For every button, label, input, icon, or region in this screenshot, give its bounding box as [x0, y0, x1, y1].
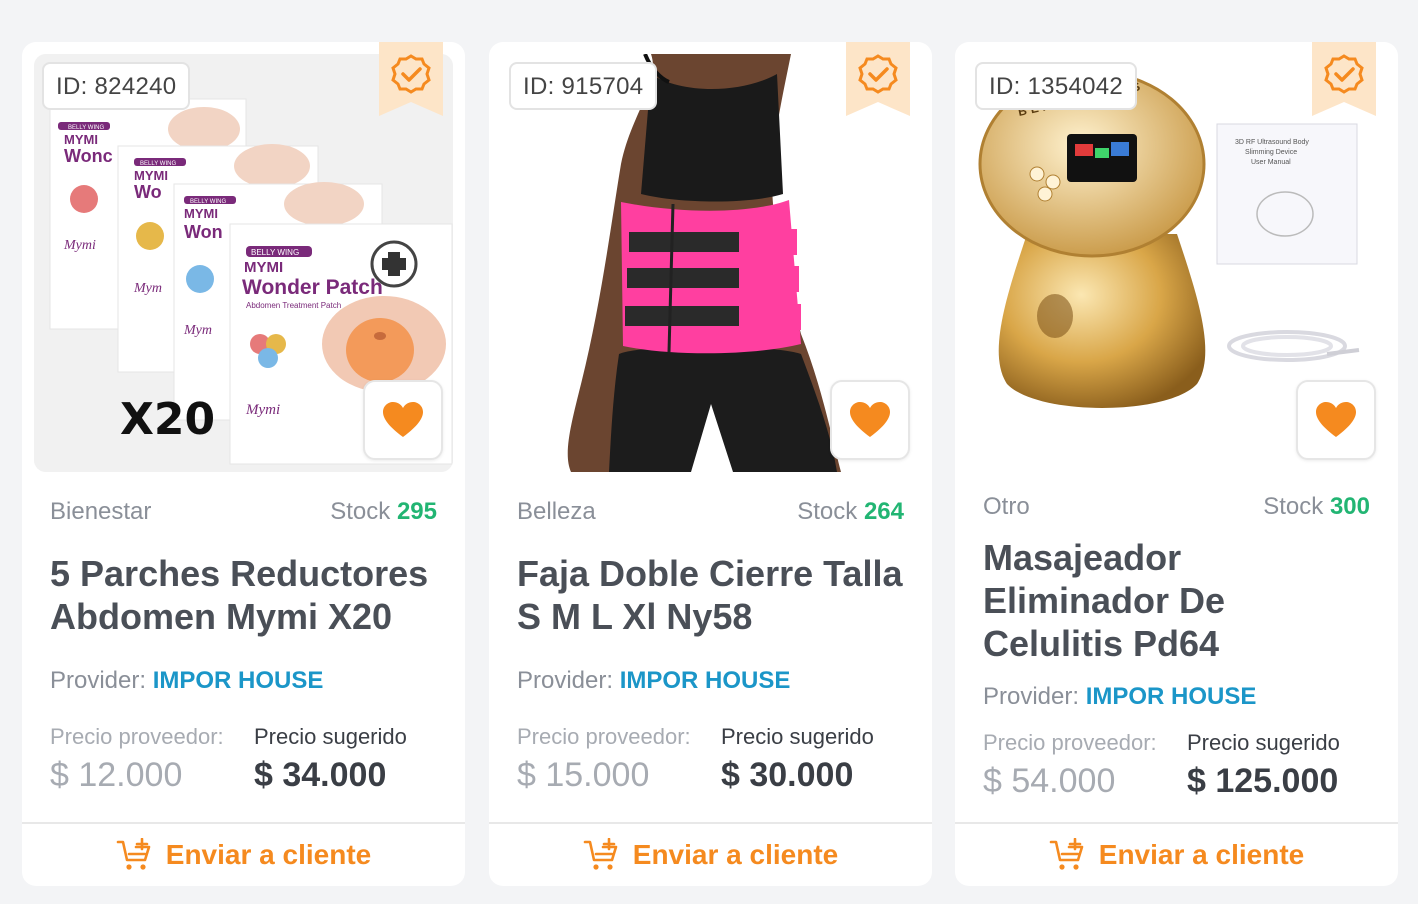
price-provider-label: Precio proveedor: — [50, 724, 224, 749]
price-suggested-label: Precio sugerido — [1187, 730, 1340, 755]
product-id-badge: ID: 1354042 — [975, 62, 1138, 110]
category-label: Belleza — [517, 498, 596, 525]
svg-text:BELLY WING: BELLY WING — [140, 161, 176, 167]
send-button-label: Enviar a cliente — [1098, 839, 1305, 870]
favorite-button[interactable] — [363, 380, 443, 460]
heart-icon — [850, 402, 890, 437]
category-label: Otro — [983, 493, 1030, 520]
product-title[interactable]: Faja Doble Cierre Talla S M L Xl Ny58 — [517, 552, 908, 638]
price-provider-label: Precio proveedor: — [983, 730, 1157, 755]
provider-label: Provider: — [50, 667, 147, 694]
send-to-client-button[interactable]: Enviar a cliente — [955, 822, 1398, 886]
cart-plus-icon — [1049, 838, 1084, 870]
provider-info: Provider: IMPOR HOUSE — [50, 667, 323, 695]
stock-value: 300 — [1329, 493, 1370, 520]
price-suggested-value: $ 125.000 — [1187, 762, 1339, 800]
svg-text:Wonder Patch: Wonder Patch — [242, 276, 383, 299]
favorite-button[interactable] — [830, 380, 910, 460]
svg-text:Wo: Wo — [134, 182, 162, 202]
price-provider-label: Precio proveedor: — [517, 724, 691, 749]
stock-value: 295 — [396, 498, 437, 525]
svg-text:Slimming Device: Slimming Device — [1245, 149, 1297, 156]
product-grid: BELLY WING MYMI Wonc Mymi BELLY WING MYM… — [0, 0, 1418, 904]
provider-link[interactable]: IMPOR HOUSE — [153, 667, 324, 694]
price-suggested-label: Precio sugerido — [254, 724, 407, 749]
svg-text:BELLY WING: BELLY WING — [251, 248, 299, 257]
svg-text:X20: X20 — [120, 394, 215, 445]
cart-plus-icon — [583, 838, 618, 870]
stock-label: Stock — [797, 498, 858, 525]
svg-text:Won: Won — [184, 222, 223, 242]
provider-label: Provider: — [983, 683, 1080, 710]
price-suggested-value: $ 34.000 — [254, 756, 387, 794]
svg-text:BELLY WING: BELLY WING — [68, 125, 104, 131]
stock-info: Stock 295 — [330, 498, 437, 526]
stock-value: 264 — [863, 498, 904, 525]
provider-link[interactable]: IMPOR HOUSE — [620, 667, 791, 694]
send-to-client-button[interactable]: Enviar a cliente — [22, 822, 465, 886]
favorite-button[interactable] — [1296, 380, 1376, 460]
stock-info: Stock 264 — [797, 498, 904, 526]
provider-label: Provider: — [517, 667, 614, 694]
price-suggested-label: Precio sugerido — [721, 724, 874, 749]
svg-text:BELLY WING: BELLY WING — [190, 199, 226, 205]
price-suggested-value: $ 30.000 — [721, 756, 854, 794]
product-card[interactable]: ID: 915704 Belleza Stock 264 Faja Doble … — [489, 42, 932, 886]
product-id-badge: ID: 915704 — [509, 62, 658, 110]
meta-row: Bienestar Stock 295 — [50, 498, 437, 526]
meta-row: Belleza Stock 264 — [517, 498, 904, 526]
svg-text:Abdomen Treatment Patch: Abdomen Treatment Patch — [246, 301, 341, 310]
verified-badge-icon — [846, 42, 910, 116]
svg-text:Wonc: Wonc — [64, 146, 113, 166]
provider-info: Provider: IMPOR HOUSE — [517, 667, 790, 695]
svg-text:User Manual: User Manual — [1251, 159, 1291, 166]
price-provider-value: $ 15.000 — [517, 756, 650, 794]
provider-info: Provider: IMPOR HOUSE — [983, 683, 1256, 711]
cart-plus-icon — [116, 838, 151, 870]
send-button-label: Enviar a cliente — [165, 839, 372, 870]
send-to-client-button[interactable]: Enviar a cliente — [489, 822, 932, 886]
svg-text:Mym: Mym — [183, 323, 212, 338]
svg-text:MYMI: MYMI — [134, 168, 168, 183]
heart-icon — [383, 402, 423, 437]
product-card[interactable]: BEAUTY PLUS 3D RF Ultrasound Body Slimmi… — [955, 42, 1398, 886]
svg-text:Mymi: Mymi — [63, 238, 96, 253]
svg-text:MYMI: MYMI — [244, 259, 283, 276]
stock-label: Stock — [330, 498, 391, 525]
product-card[interactable]: BELLY WING MYMI Wonc Mymi BELLY WING MYM… — [22, 42, 465, 886]
category-label: Bienestar — [50, 498, 152, 525]
svg-text:MYMI: MYMI — [184, 206, 218, 221]
svg-text:Mymi: Mymi — [245, 402, 280, 418]
heart-icon — [1316, 402, 1356, 437]
stock-info: Stock 300 — [1263, 493, 1370, 521]
verified-badge-icon — [379, 42, 443, 116]
svg-text:Mym: Mym — [133, 281, 162, 296]
svg-text:3D RF Ultrasound Body: 3D RF Ultrasound Body — [1235, 139, 1309, 146]
svg-text:MYMI: MYMI — [64, 132, 98, 147]
price-provider-value: $ 54.000 — [983, 762, 1116, 800]
meta-row: Otro Stock 300 — [983, 493, 1370, 521]
verified-badge-icon — [1312, 42, 1376, 116]
product-title[interactable]: 5 Parches Reductores Abdomen Mymi X20 — [50, 552, 441, 638]
stock-label: Stock — [1263, 493, 1324, 520]
send-button-label: Enviar a cliente — [632, 839, 839, 870]
provider-link[interactable]: IMPOR HOUSE — [1086, 683, 1257, 710]
product-id-badge: ID: 824240 — [42, 62, 191, 110]
product-title[interactable]: Masajeador Eliminador De Celulitis Pd64 — [983, 536, 1374, 665]
price-provider-value: $ 12.000 — [50, 756, 183, 794]
